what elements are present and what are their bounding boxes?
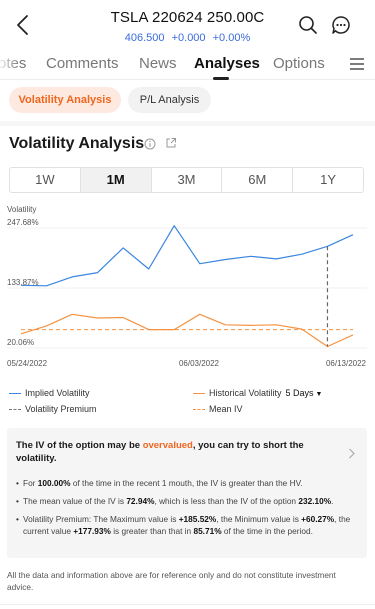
tabs-fade [0, 50, 20, 79]
legend-swatch-historical [193, 392, 205, 394]
hv-period-dropdown[interactable]: 5 Days ▼ [286, 388, 323, 398]
legend-swatch-implied [9, 392, 21, 394]
legend-mean-iv: Mean IV [193, 404, 243, 414]
b3-mid3: is greater than that in [110, 526, 194, 536]
y-axis-label: Volatility [7, 205, 36, 214]
b3-mid1: , the Minimum value is [216, 514, 302, 524]
tab-analyses[interactable]: Analyses [194, 55, 260, 72]
insight-heading: The IV of the option may be overvalued, … [16, 439, 334, 465]
legend-label-mean: Mean IV [209, 404, 243, 414]
b1-pre: For [23, 478, 38, 488]
share-icon[interactable] [165, 137, 177, 149]
overvalued-flag: overvalued [142, 440, 193, 451]
x-tick-label: 05/24/2022 [7, 359, 48, 368]
hv-period-value: 5 Days [285, 388, 314, 398]
b2-value-iv: 232.10% [298, 496, 332, 506]
section-tabs: otes Comments News Analyses Options [0, 50, 375, 80]
legend-label-historical: Historical Volatility [209, 388, 282, 398]
info-circle-icon[interactable] [144, 138, 156, 150]
period-6m[interactable]: 6M [222, 168, 294, 192]
insight-heading-pre: The IV of the option may be [16, 440, 143, 451]
tab-news[interactable]: News [139, 55, 177, 72]
volatility-analysis-pill[interactable]: Volatility Analysis [9, 87, 121, 113]
b1-post: of the time in the recent 1 mouth, the I… [70, 478, 303, 488]
b3-value-max: +185.52% [178, 514, 217, 524]
volatility-chart[interactable]: Volatility 247.68%133.87%20.06% 05/24/20… [0, 200, 375, 370]
tab-comments[interactable]: Comments [46, 55, 119, 72]
bottom-divider [0, 604, 375, 605]
b3-post: of the time in the period. [221, 526, 313, 536]
insight-bullet-1: For 100.00% of the time in the recent 1 … [16, 477, 362, 489]
last-price: 406.500 [124, 32, 165, 44]
tab-options[interactable]: Options [273, 55, 325, 72]
period-1w[interactable]: 1W [10, 168, 81, 192]
legend-historical-volatility: Historical Volatility 5 Days ▼ [193, 388, 322, 398]
implied-volatility-line [20, 225, 354, 287]
legend-swatch-mean [193, 408, 205, 410]
period-3m[interactable]: 3M [152, 168, 223, 192]
active-tab-indicator [213, 77, 229, 80]
insight-bullet-2: The mean value of the IV is 72.94%, whic… [16, 495, 362, 507]
hamburger-menu-icon[interactable] [349, 57, 365, 71]
b2-pre: The mean value of the IV is [23, 496, 127, 506]
y-tick-label: 247.68% [7, 218, 39, 227]
chat-bubble-icon[interactable] [331, 15, 351, 35]
legend-label-premium: Volatility Premium [25, 404, 97, 414]
legend-volatility-premium: Volatility Premium [9, 404, 97, 414]
insight-card[interactable]: The IV of the option may be overvalued , … [7, 428, 367, 558]
b2-value-mean: 72.94% [126, 496, 155, 506]
b3-value-pct: 85.71% [193, 526, 222, 536]
period-1y[interactable]: 1Y [293, 168, 363, 192]
x-tick-label: 06/03/2022 [179, 359, 220, 368]
historical-volatility-line [20, 313, 354, 348]
price-change-pct: +0.00% [212, 32, 251, 44]
b2-mid: , which is less than the IV of the optio… [154, 496, 299, 506]
period-selector: 1W 1M 3M 6M 1Y [9, 167, 364, 193]
insight-bullet-3: Volatility Premium: The Maximum value is… [16, 513, 362, 537]
b3-pre: Volatility Premium: The Maximum value is [23, 514, 179, 524]
section-divider [0, 121, 375, 126]
page-title: TSLA 220624 250.00C [110, 9, 265, 26]
caret-down-icon: ▼ [315, 391, 323, 398]
legend-implied-volatility: Implied Volatility [9, 388, 90, 398]
quote-line: 406.500 +0.000 +0.00% [0, 32, 375, 44]
period-1m[interactable]: 1M [80, 168, 152, 192]
legend-label-implied: Implied Volatility [25, 388, 90, 398]
legend-swatch-premium [9, 408, 21, 410]
b3-value-min: +60.27% [301, 514, 335, 524]
section-title: Volatility Analysis [9, 135, 145, 152]
x-tick-label: 06/13/2022 [326, 359, 367, 368]
b1-value: 100.00% [37, 478, 71, 488]
pl-analysis-pill[interactable]: P/L Analysis [128, 87, 211, 113]
price-change: +0.000 [171, 32, 206, 44]
b2-post: . [331, 496, 334, 506]
disclaimer-text: All the data and information above are f… [7, 570, 336, 592]
y-tick-label: 20.06% [7, 338, 34, 347]
chevron-right-icon[interactable] [348, 448, 356, 459]
search-icon[interactable] [298, 15, 318, 35]
top-bar: TSLA 220624 250.00C 406.500 +0.000 +0.00… [0, 0, 375, 50]
b3-value-current: +177.93% [73, 526, 111, 536]
